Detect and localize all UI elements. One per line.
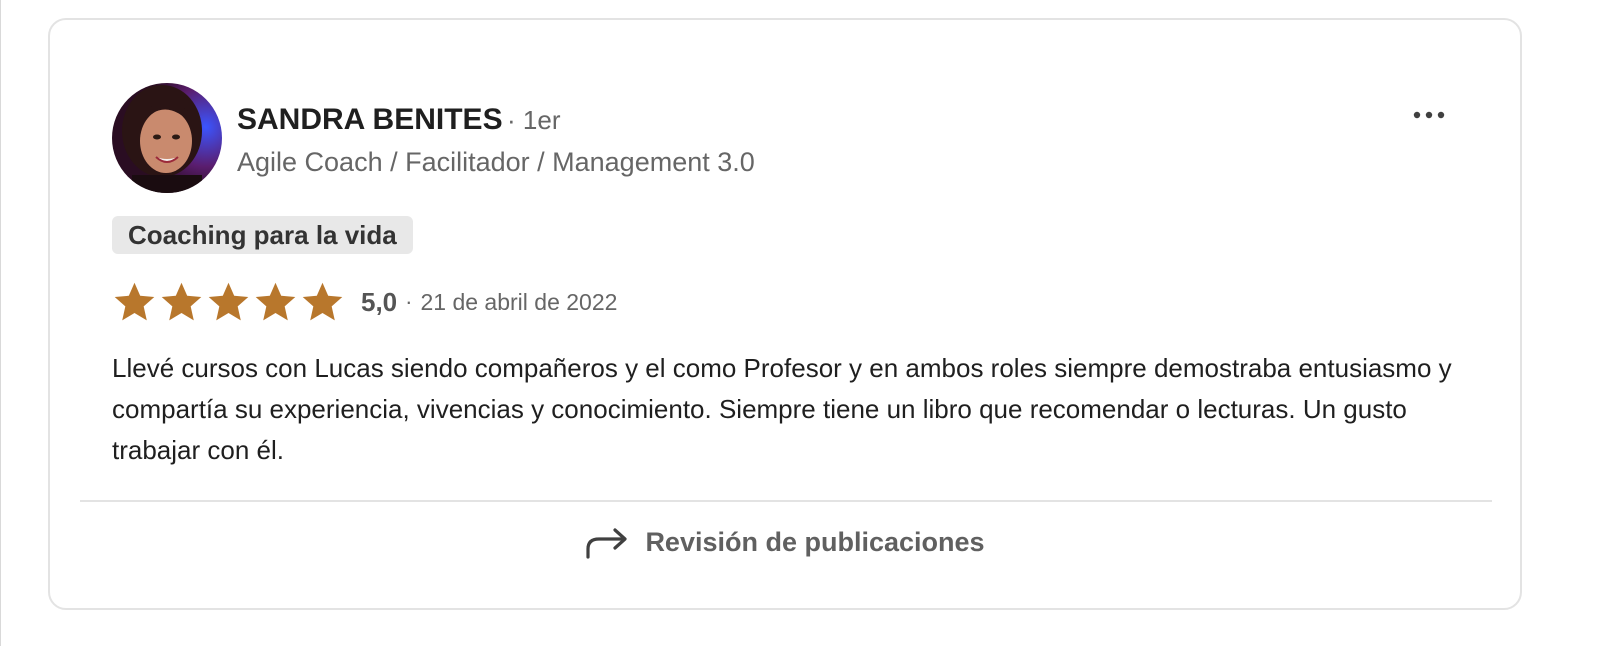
connection-degree: · 1er <box>507 105 561 135</box>
star-icon <box>255 282 296 321</box>
star-icon <box>161 282 202 321</box>
review-posts-link[interactable]: Revisión de publicaciones <box>50 520 1520 564</box>
rating-value: 5,0 <box>361 286 398 317</box>
review-posts-label: Revisión de publicaciones <box>645 526 985 557</box>
service-tag: Coaching para la vida <box>112 216 413 254</box>
star-rating <box>112 280 347 324</box>
star-icon <box>302 282 343 321</box>
review-date: 21 de abril de 2022 <box>420 288 618 315</box>
share-arrow-icon <box>586 528 628 559</box>
rating-row: 5,0 · 21 de abril de 2022 <box>112 278 617 326</box>
star-icon <box>114 282 155 321</box>
page: SANDRA BENITES · 1er Agile Coach / Facil… <box>0 0 1610 646</box>
more-options-button[interactable] <box>1400 98 1458 132</box>
review-card: SANDRA BENITES · 1er Agile Coach / Facil… <box>48 18 1522 610</box>
star-icon <box>208 282 249 321</box>
reviewer-name[interactable]: SANDRA BENITES <box>237 103 503 136</box>
reviewer-headline: Agile Coach / Facilitador / Management 3… <box>237 147 755 177</box>
more-options-icon <box>1413 111 1445 119</box>
rating-separator: · <box>405 289 413 314</box>
divider <box>80 500 1492 502</box>
review-text: Llevé cursos con Lucas siendo compañeros… <box>112 353 1452 465</box>
reviewer-name-line: SANDRA BENITES · 1er <box>237 102 561 143</box>
avatar[interactable] <box>112 83 222 193</box>
